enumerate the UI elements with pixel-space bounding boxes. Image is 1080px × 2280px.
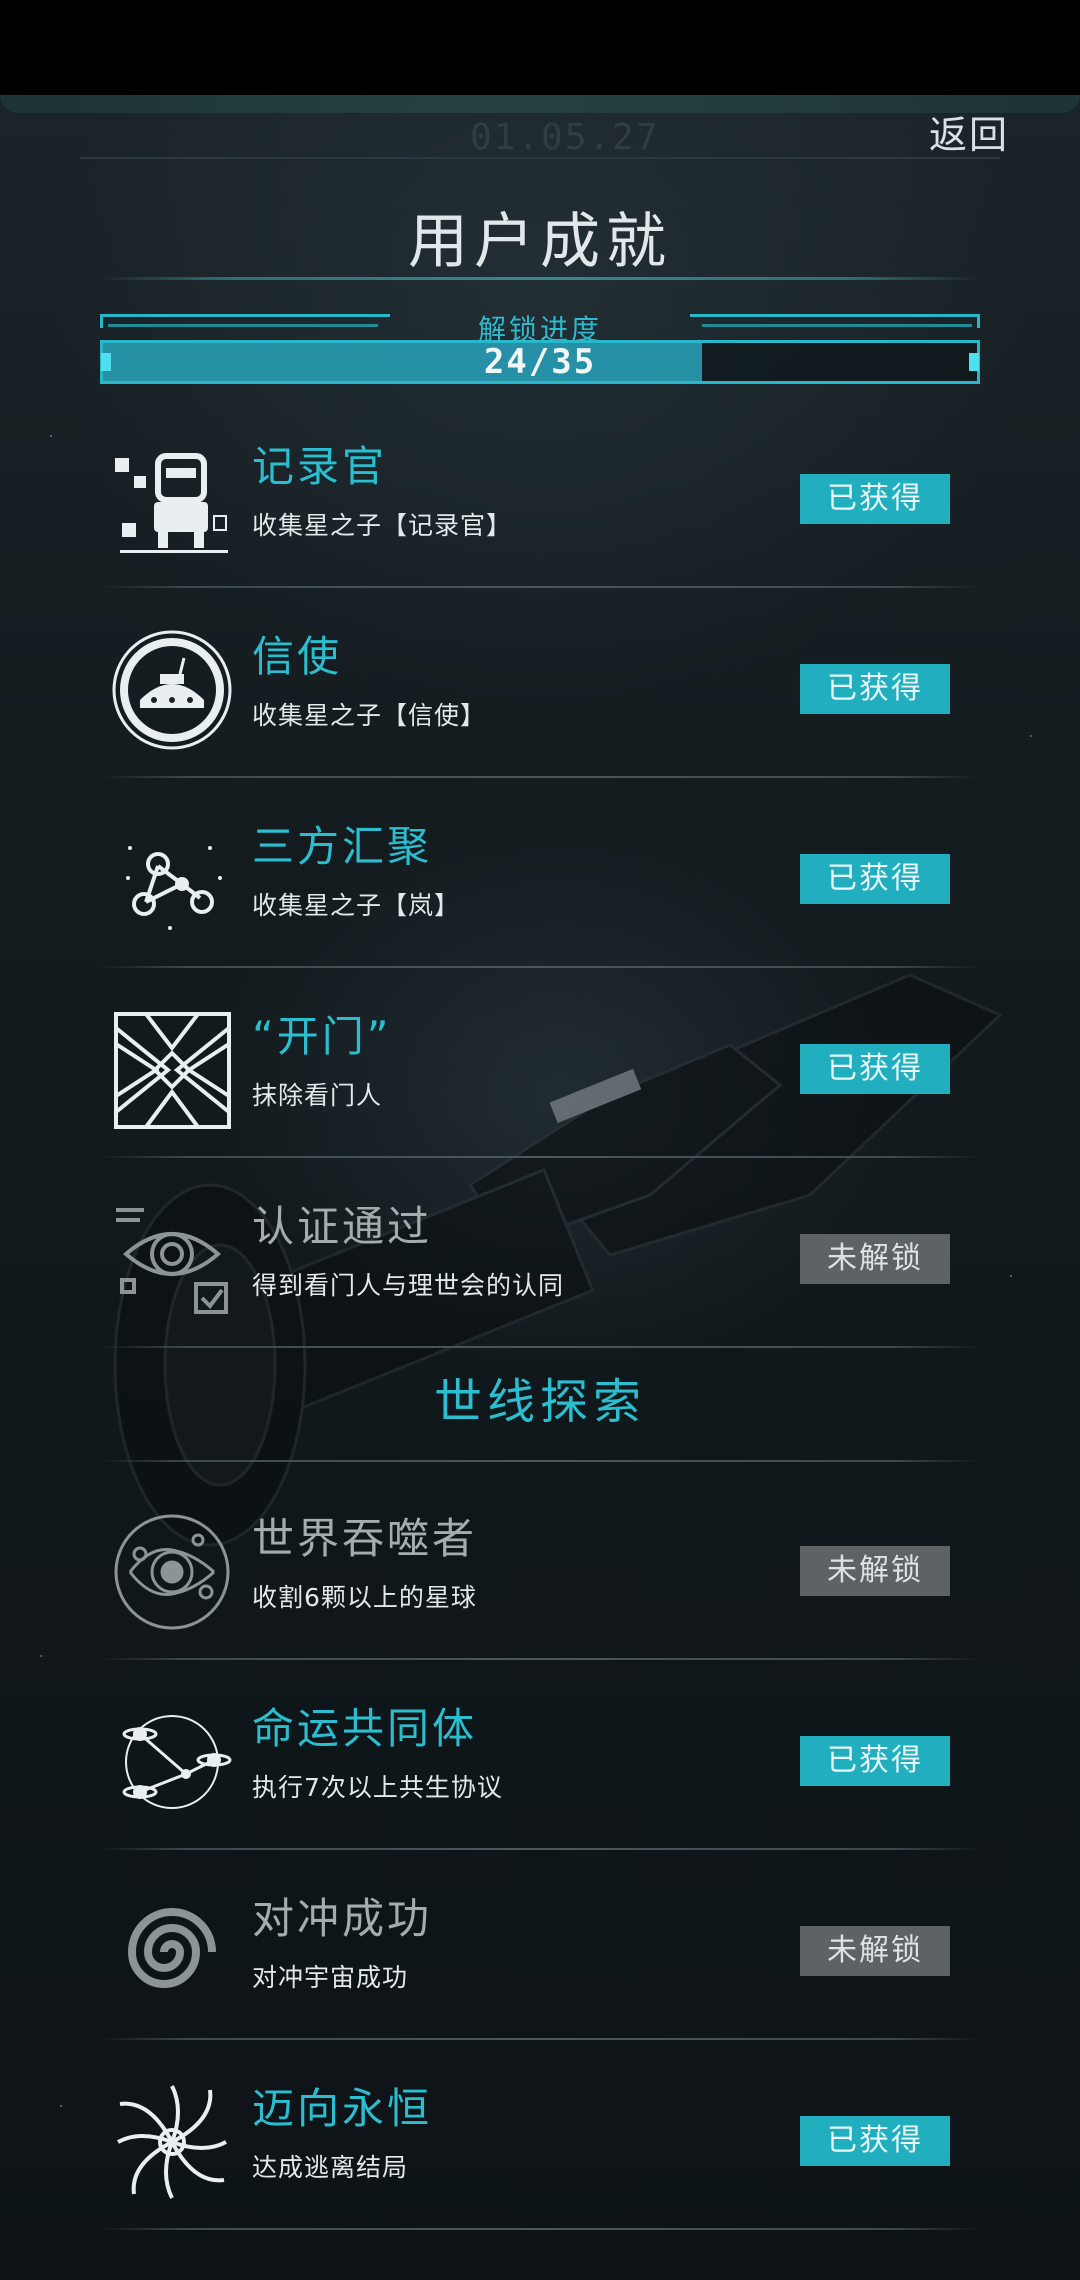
achievement-description: 收集星之子【信使】 (252, 701, 487, 730)
title-divider (100, 277, 980, 280)
achievement-status-badge: 已获得 (800, 854, 950, 904)
achievement-status-badge: 已获得 (800, 664, 950, 714)
achievement-description: 对冲宇宙成功 (252, 1963, 409, 1992)
unlock-progress: 解锁进度 24/35 (100, 313, 980, 384)
achievement-description: 抹除看门人 (252, 1081, 383, 1110)
achievement-title: 命运共同体 (252, 1704, 478, 1753)
achievement-status-badge: 已获得 (800, 1736, 950, 1786)
screen-top-edge (0, 95, 1080, 113)
row-divider (100, 2228, 980, 2230)
achievement-title: 三方汇聚 (252, 822, 433, 871)
achievement-title: 记录官 (252, 442, 388, 491)
star (1030, 735, 1032, 737)
achievement-row[interactable]: 迈向永恒 达成逃离结局 已获得 (100, 2040, 980, 2230)
three-party-network-icon (110, 818, 235, 943)
achievement-description: 达成逃离结局 (252, 2153, 409, 2182)
achievement-title: 认证通过 (252, 1202, 433, 1251)
status-bar (0, 0, 1080, 95)
progress-bar: 24/35 (100, 340, 980, 384)
achievement-description: 收割6颗以上的星球 (252, 1583, 477, 1612)
achievement-row[interactable]: 认证通过 得到看门人与理世会的认同 未解锁 (100, 1158, 980, 1348)
eternity-swirl-icon (110, 2080, 235, 2205)
open-gate-icon (110, 1008, 235, 1133)
progress-value: 24/35 (483, 342, 597, 382)
header-date: 01.05.27 (470, 117, 660, 158)
eye-verify-icon (110, 1198, 235, 1323)
achievement-description: 执行7次以上共生协议 (252, 1773, 503, 1802)
achievement-row[interactable]: “开门” 抹除看门人 已获得 (100, 968, 980, 1158)
achievement-status-badge: 已获得 (800, 1044, 950, 1094)
achievement-description: 得到看门人与理世会的认同 (252, 1271, 565, 1300)
star (40, 1655, 42, 1657)
section-title-world-line: 世线探索 (433, 1374, 646, 1430)
achievement-status-badge: 未解锁 (800, 1926, 950, 1976)
achievement-title: “开门” (252, 1012, 392, 1061)
achievement-row[interactable]: 世界吞噬者 收割6颗以上的星球 未解锁 (100, 1470, 980, 1660)
achievement-row[interactable]: 信使 收集星之子【信使】 已获得 (100, 588, 980, 778)
achievement-description: 收集星之子【岚】 (252, 891, 461, 920)
achievement-title: 对冲成功 (252, 1894, 433, 1943)
star (60, 2105, 62, 2107)
star (50, 435, 52, 437)
achievement-status-badge: 未解锁 (800, 1234, 950, 1284)
section-divider (100, 1460, 980, 1462)
back-button[interactable]: 返回 (925, 111, 1013, 159)
linked-planets-icon (110, 1700, 235, 1825)
achievement-description: 收集星之子【记录官】 (252, 511, 513, 540)
achievement-status-badge: 已获得 (800, 2116, 950, 2166)
row-divider (100, 1346, 980, 1348)
achievement-row[interactable]: 对冲成功 对冲宇宙成功 未解锁 (100, 1850, 980, 2040)
achievement-status-badge: 已获得 (800, 474, 950, 524)
header-line (80, 157, 1000, 159)
recorder-robot-icon (110, 438, 235, 563)
achievements-screen: 01.05.27 返回 用户成就 解锁进度 24/35 记录官 收集星之子【记录… (0, 95, 1080, 2280)
star (1010, 1275, 1012, 1277)
achievement-title: 信使 (252, 632, 343, 681)
page-title: 用户成就 (408, 207, 672, 277)
achievement-row[interactable]: 三方汇聚 收集星之子【岚】 已获得 (100, 778, 980, 968)
achievement-row[interactable]: 命运共同体 执行7次以上共生协议 已获得 (100, 1660, 980, 1850)
achievement-title: 迈向永恒 (252, 2084, 433, 2133)
achievement-row[interactable]: 记录官 收集星之子【记录官】 已获得 (100, 398, 980, 588)
world-devourer-icon (110, 1510, 235, 1635)
spiral-vortex-icon (110, 1890, 235, 2015)
achievement-status-badge: 未解锁 (800, 1546, 950, 1596)
messenger-circle-icon (110, 628, 235, 753)
achievement-title: 世界吞噬者 (252, 1514, 478, 1563)
